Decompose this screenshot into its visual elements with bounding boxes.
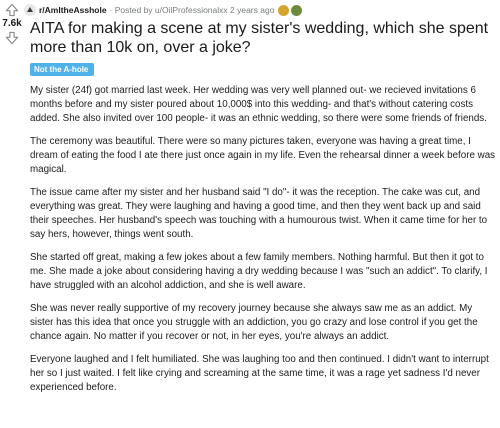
awards[interactable]: [278, 4, 304, 16]
subreddit-link[interactable]: r/AmItheAsshole: [39, 5, 107, 15]
post-body: My sister (24f) got married last week. H…: [30, 84, 496, 404]
post-paragraph: Everyone laughed and I felt humiliated. …: [30, 354, 489, 393]
posted-by: · Posted by u/OilProfessionalxx 2 years …: [109, 5, 275, 15]
upvote-arrow-icon[interactable]: [5, 3, 19, 17]
post-title[interactable]: AITA for making a scene at my sister's w…: [30, 19, 496, 57]
subreddit-icon[interactable]: [24, 4, 36, 16]
post-meta: r/AmItheAsshole · Posted by u/OilProfess…: [24, 3, 304, 17]
downvote-arrow-icon[interactable]: [5, 31, 19, 45]
award-gold-icon[interactable]: [278, 4, 290, 16]
post-paragraph: The issue came after my sister and her h…: [30, 187, 488, 240]
award-wholesome-icon[interactable]: [291, 4, 303, 16]
vote-column: 7.6k: [0, 0, 24, 45]
post-flair[interactable]: Not the A-hole: [30, 63, 95, 76]
post-paragraph: My sister (24f) got married last week. H…: [30, 85, 487, 124]
vote-score: 7.6k: [2, 18, 22, 29]
post-paragraph: The ceremony was beautiful. There were s…: [30, 136, 496, 175]
post-paragraph: She was never really supportive of my re…: [30, 303, 478, 342]
post-paragraph: She started off great, making a few joke…: [30, 252, 488, 291]
